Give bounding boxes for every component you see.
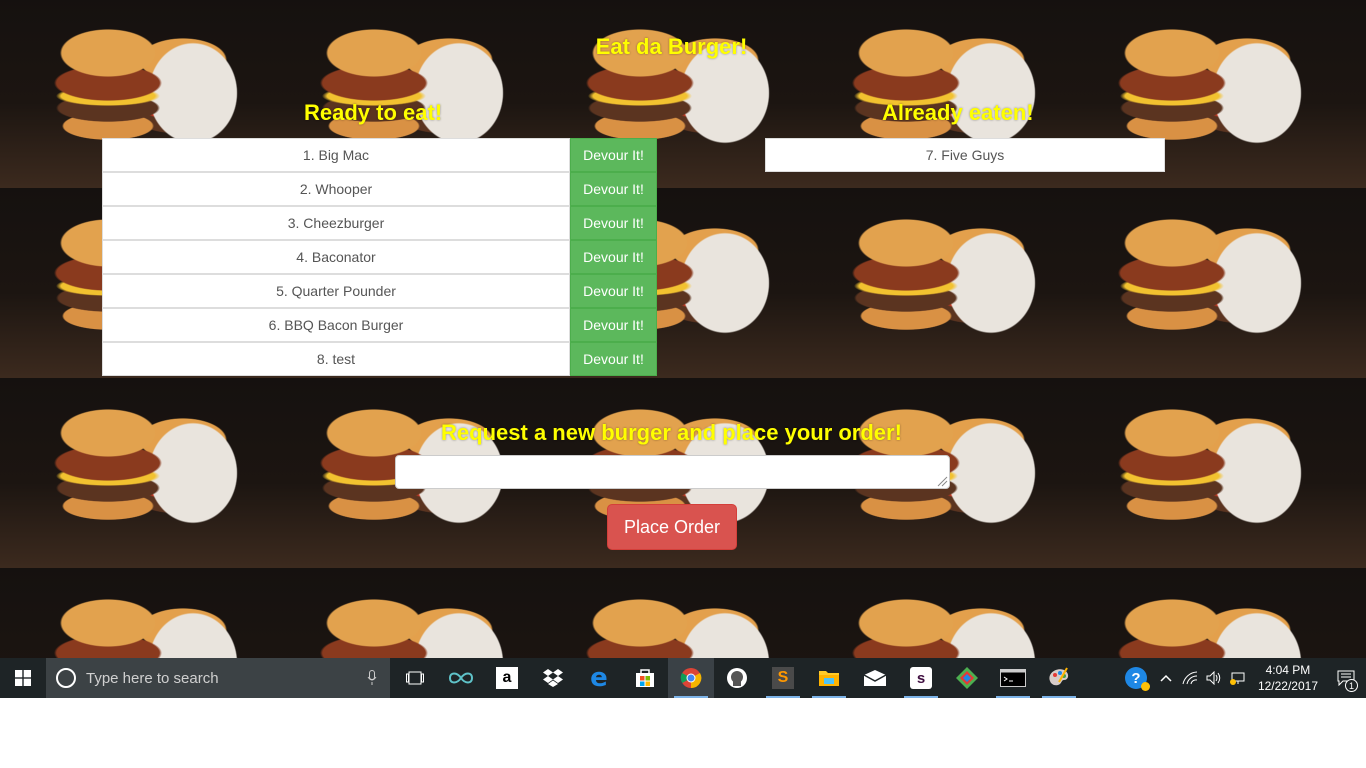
browser-viewport: Eat da Burger! Ready to eat! Already eat… <box>0 0 1366 658</box>
list-item: 2. Whooper Devour It! <box>102 172 657 206</box>
clock-date: 12/22/2017 <box>1257 679 1318 693</box>
resize-grip-icon[interactable] <box>937 476 948 487</box>
burger-name: 2. Whooper <box>102 172 570 206</box>
taskbar-search-box[interactable]: Type here to search <box>46 658 390 698</box>
ready-to-eat-heading: Ready to eat! <box>304 100 443 125</box>
amazon-icon[interactable]: a <box>484 658 530 698</box>
task-view-icon[interactable] <box>392 658 438 698</box>
burger-name: 3. Cheezburger <box>102 206 570 240</box>
burger-name: 1. Big Mac <box>102 138 570 172</box>
cortana-icon <box>56 668 76 688</box>
edge-icon[interactable]: e <box>576 658 622 698</box>
eaten-burger-list: 7. Five Guys <box>765 138 1165 172</box>
paint-icon[interactable] <box>1036 658 1082 698</box>
chrome-icon[interactable] <box>668 658 714 698</box>
list-item: 1. Big Mac Devour It! <box>102 138 657 172</box>
windows-taskbar: Type here to search a e S s ? 4:04 PM 12… <box>0 658 1366 698</box>
search-placeholder: Type here to search <box>86 669 219 687</box>
ready-burger-list: 1. Big Mac Devour It! 2. Whooper Devour … <box>102 138 657 376</box>
burger-name: 6. BBQ Bacon Burger <box>102 308 570 342</box>
burger-name: 4. Baconator <box>102 240 570 274</box>
page-title: Eat da Burger! <box>595 34 748 59</box>
place-order-button[interactable]: Place Order <box>607 504 737 550</box>
burger-name: 5. Quarter Pounder <box>102 274 570 308</box>
notification-count-badge: 1 <box>1345 679 1358 692</box>
sourcetree-icon[interactable] <box>944 658 990 698</box>
burger-name-input[interactable] <box>395 455 950 489</box>
mail-icon[interactable] <box>852 658 898 698</box>
start-button[interactable] <box>0 658 46 698</box>
sublime-text-icon[interactable]: S <box>760 658 806 698</box>
devour-button[interactable]: Devour It! <box>570 172 657 206</box>
dropbox-icon[interactable] <box>530 658 576 698</box>
devour-button[interactable]: Devour It! <box>570 206 657 240</box>
store-icon[interactable] <box>622 658 668 698</box>
devour-button[interactable]: Devour It! <box>570 240 657 274</box>
list-item: 5. Quarter Pounder Devour It! <box>102 274 657 308</box>
terminal-icon[interactable] <box>990 658 1036 698</box>
chevron-up-icon[interactable] <box>1154 658 1178 698</box>
gitkraken-icon[interactable] <box>714 658 760 698</box>
wifi-icon[interactable] <box>1178 658 1202 698</box>
action-center-button[interactable]: 1 <box>1326 658 1366 698</box>
devour-button[interactable]: Devour It! <box>570 274 657 308</box>
list-item: 3. Cheezburger Devour It! <box>102 206 657 240</box>
system-clock[interactable]: 4:04 PM 12/22/2017 <box>1250 662 1326 694</box>
microphone-icon[interactable] <box>354 670 390 686</box>
system-tray: ? 4:04 PM 12/22/2017 1 <box>1118 658 1366 698</box>
network-monitor-icon[interactable] <box>1226 658 1250 698</box>
slack-icon[interactable]: s <box>898 658 944 698</box>
burger-name: 8. test <box>102 342 570 376</box>
already-eaten-heading: Already eaten! <box>882 100 1034 125</box>
devour-button[interactable]: Devour It! <box>570 308 657 342</box>
devour-button[interactable]: Devour It! <box>570 138 657 172</box>
list-item: 7. Five Guys <box>765 138 1165 172</box>
devour-button[interactable]: Devour It! <box>570 342 657 376</box>
infinity-app-icon[interactable] <box>438 658 484 698</box>
list-item: 4. Baconator Devour It! <box>102 240 657 274</box>
volume-icon[interactable] <box>1202 658 1226 698</box>
file-explorer-icon[interactable] <box>806 658 852 698</box>
list-item: 8. test Devour It! <box>102 342 657 376</box>
list-item: 6. BBQ Bacon Burger Devour It! <box>102 308 657 342</box>
windows-logo-icon <box>15 670 31 686</box>
clock-time: 4:04 PM <box>1265 663 1311 677</box>
request-burger-heading: Request a new burger and place your orde… <box>441 420 902 445</box>
help-icon[interactable]: ? <box>1118 658 1154 698</box>
